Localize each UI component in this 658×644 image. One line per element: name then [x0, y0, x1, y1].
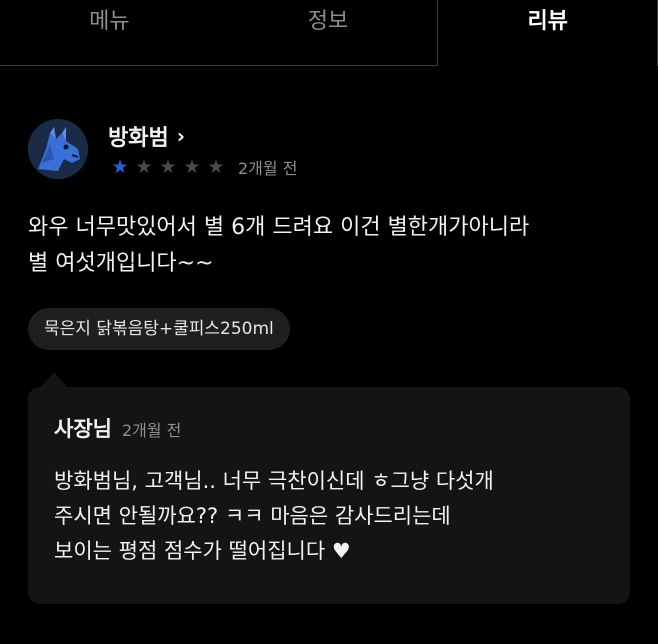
star-icon: ★ [159, 156, 177, 178]
menu-tag: 묵은지 닭볶음탕+쿨피스250ml [28, 308, 290, 350]
reply-text-line: 주시면 안될까요?? ㅋㅋ 마음은 감사드리는데 [54, 504, 451, 528]
review-date: 2개월 전 [238, 159, 298, 178]
reply-header: 사장님 2개월 전 [54, 413, 181, 443]
horse-avatar-icon[interactable] [28, 119, 88, 179]
review-author-row[interactable]: 방화범 › [108, 120, 185, 152]
chevron-right-icon[interactable]: › [177, 124, 185, 148]
reply-date: 2개월 전 [121, 421, 182, 440]
tab-reviews[interactable]: 리뷰 [437, 0, 658, 66]
star-icon: ★ [111, 156, 129, 178]
reply-author: 사장님 [54, 417, 112, 441]
review-text-line: 와우 너무맛있어서 별 6개 드려요 이건 별한개가아니라 [28, 215, 530, 240]
star-icon: ★ [207, 156, 225, 178]
reply-pointer [40, 372, 68, 388]
reply-text-line: 방화범님, 고객님.. 너무 극찬이신데 ㅎ그냥 다섯개 [54, 469, 494, 493]
reply-text-line: 보이는 평점 점수가 떨어집니다 ♥ [54, 539, 351, 563]
review-author-name[interactable]: 방화범 [108, 120, 169, 152]
tab-info[interactable]: 정보 [218, 0, 438, 66]
reply-text: 방화범님, 고객님.. 너무 극찬이신데 ㅎ그냥 다섯개 주시면 안될까요?? … [54, 464, 614, 569]
star-icon: ★ [135, 156, 153, 178]
tab-bar: 메뉴 정보 리뷰 [0, 0, 658, 66]
review-text: 와우 너무맛있어서 별 6개 드려요 이건 별한개가아니라 별 여섯개입니다~~ [28, 210, 638, 282]
review-text-line: 별 여섯개입니다~~ [28, 251, 214, 276]
rating-row: ★ ★ ★ ★ ★ 2개월 전 [108, 155, 297, 179]
owner-reply: 사장님 2개월 전 방화범님, 고객님.. 너무 극찬이신데 ㅎ그냥 다섯개 주… [28, 387, 630, 604]
star-icon: ★ [183, 156, 201, 178]
tab-menu[interactable]: 메뉴 [0, 0, 219, 66]
